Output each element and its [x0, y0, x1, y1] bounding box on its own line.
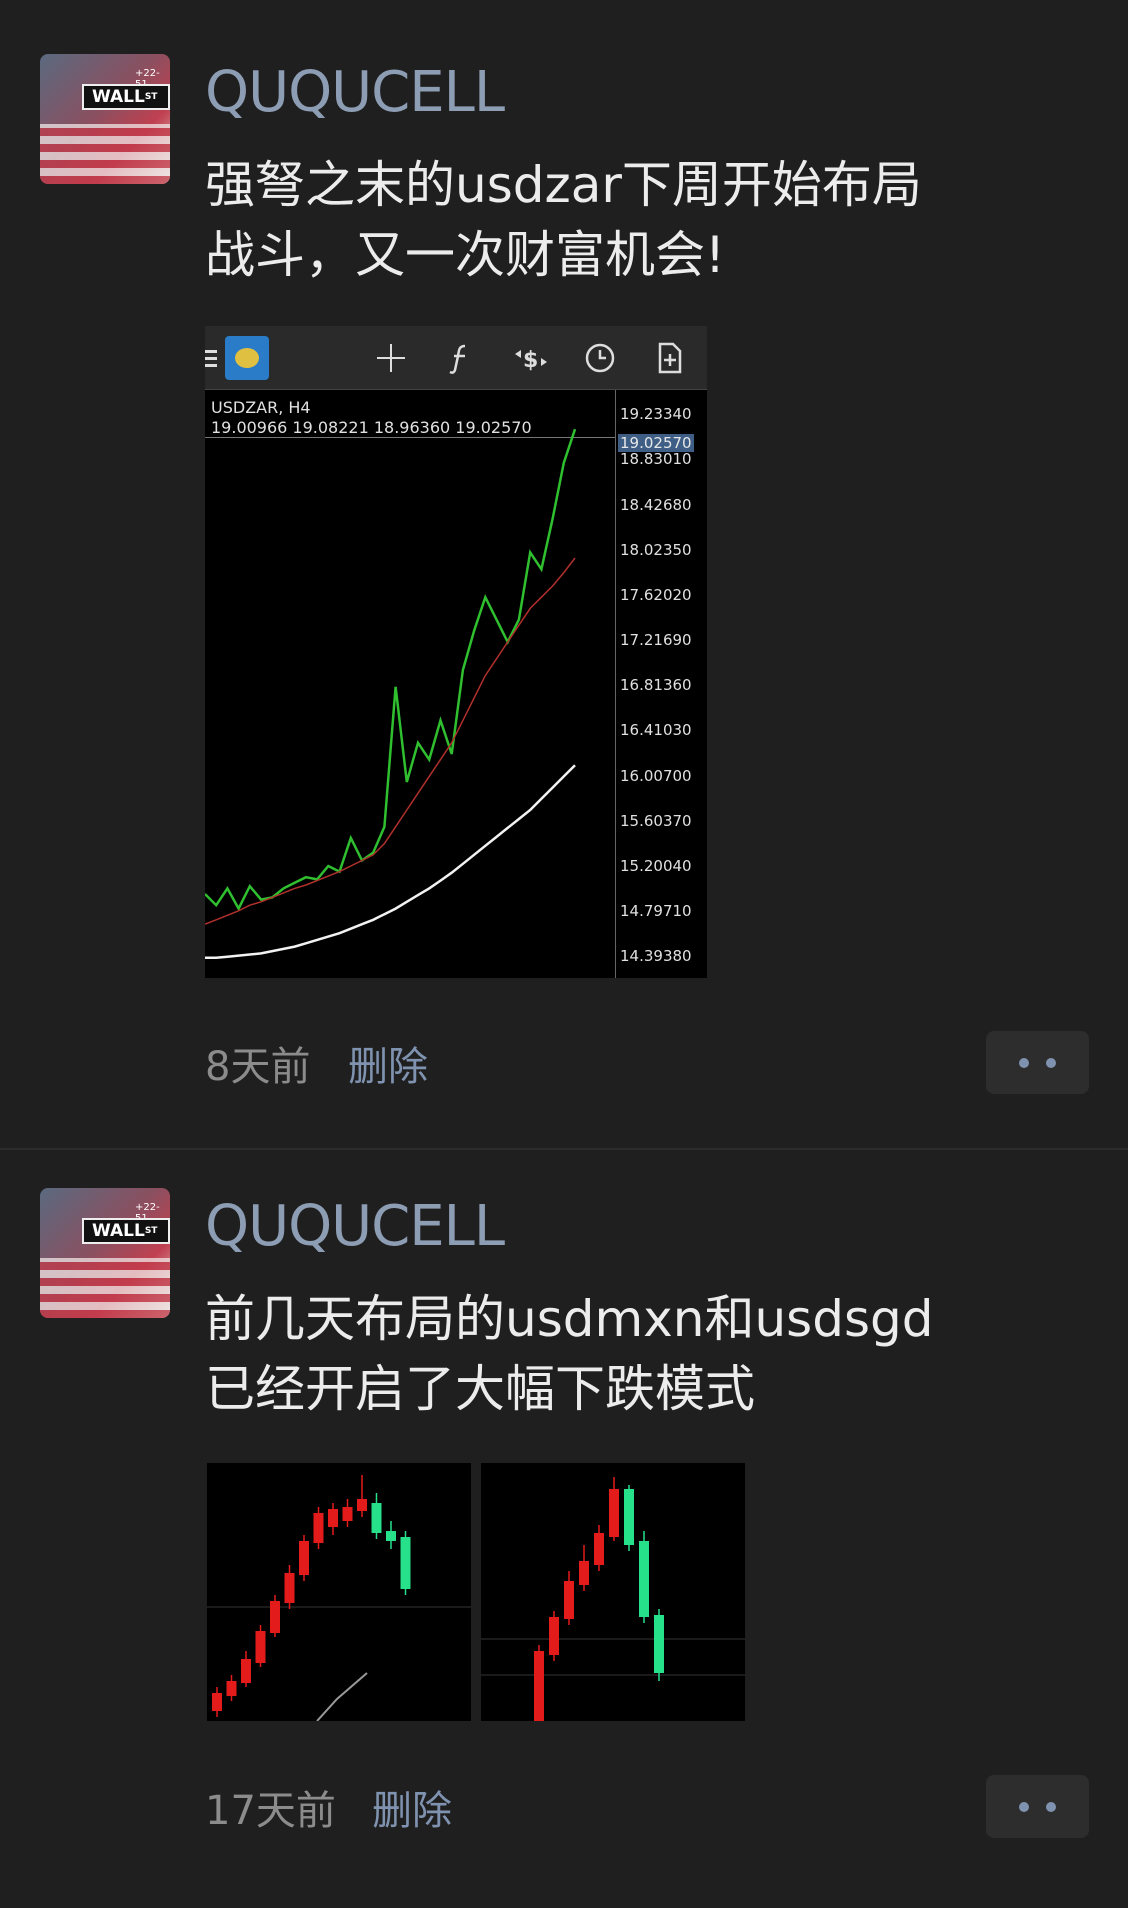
post-text: 强弩之末的usdzar下周开始布局 战斗，又一次财富机会! [205, 150, 1085, 290]
post-image-chart[interactable]: $ USDZAR, H4 19.00966 19.08221 18.96360 … [205, 326, 707, 978]
candle-body [226, 1681, 237, 1696]
avatar-wallst-sign: WALLST [82, 1218, 170, 1244]
y-tick-label: 14.79710 [620, 902, 692, 921]
more-dot-icon [1019, 1802, 1029, 1812]
chart-info: USDZAR, H4 19.00966 19.08221 18.96360 19… [211, 398, 532, 438]
candle-body [654, 1615, 664, 1673]
candle-body [564, 1581, 574, 1619]
metatrader-logo-icon [225, 336, 269, 380]
candle-body [241, 1659, 251, 1683]
y-tick-label: 16.00700 [620, 766, 692, 785]
more-dot-icon [1046, 1058, 1056, 1068]
post-text-line: 战斗，又一次财富机会! [205, 226, 726, 284]
price-chart-plot [205, 428, 615, 960]
svg-text:$: $ [523, 348, 538, 373]
avatar-flag-decor [40, 124, 170, 184]
avatar-sign-text: WALL [92, 87, 145, 107]
clock-icon [582, 340, 618, 376]
avatar[interactable]: +22-51 WALLST [40, 1188, 170, 1318]
y-tick-label: 19.23340 [620, 405, 692, 424]
moment-post: +22-51 WALLST QUQUCELL 强弩之末的usdzar下周开始布局… [0, 0, 1128, 1148]
post-text-line: 前几天布局的usdmxn和usdsgd [205, 1290, 934, 1348]
post-image-usdsgd[interactable] [481, 1463, 745, 1721]
candle-body [357, 1499, 367, 1511]
candle-body [255, 1631, 266, 1663]
more-dot-icon [1046, 1802, 1056, 1812]
chart-ohlc: 19.00966 19.08221 18.96360 19.02570 [211, 418, 532, 437]
post-username[interactable]: QUQUCELL [205, 1194, 505, 1259]
y-tick-label: 17.21690 [620, 631, 692, 650]
avatar-sign-text: WALL [92, 1221, 145, 1241]
delete-link[interactable]: 删除 [348, 1034, 428, 1092]
candle-body [579, 1561, 589, 1585]
thumb-ma-line [316, 1672, 368, 1721]
crosshair-icon [373, 340, 409, 376]
y-tick-label: 16.41030 [620, 721, 692, 740]
candle-body [386, 1531, 396, 1541]
y-tick-label: 15.60370 [620, 811, 692, 830]
candle-body [534, 1651, 544, 1721]
post-image-usdmxn[interactable] [207, 1463, 471, 1721]
candle-body [342, 1507, 353, 1521]
post-username[interactable]: QUQUCELL [205, 60, 505, 125]
candle-body [284, 1573, 295, 1603]
avatar-wallst-sign: WALLST [82, 84, 170, 110]
mt-toolbar: $ [205, 326, 707, 390]
y-tick-label: 18.83010 [620, 450, 692, 469]
delete-link[interactable]: 删除 [372, 1778, 452, 1836]
indicators-icon [443, 340, 479, 376]
avatar-sign-sup: ST [144, 92, 158, 102]
candle-body [371, 1503, 382, 1533]
candle-body [212, 1693, 222, 1711]
candle-body [624, 1489, 634, 1545]
current-price-label: 19.02570 [618, 434, 694, 452]
candle-body [639, 1541, 649, 1617]
y-tick-label: 14.39380 [620, 947, 692, 966]
y-tick-label: 18.02350 [620, 540, 692, 559]
candle-body [400, 1537, 411, 1589]
chart-series-line-0 [205, 428, 577, 912]
chart-title: USDZAR, H4 [211, 398, 311, 417]
y-tick-label: 16.81360 [620, 676, 692, 695]
candle-body [299, 1541, 309, 1575]
trade-icon: $ [511, 340, 551, 376]
avatar[interactable]: +22-51 WALLST [40, 54, 170, 184]
post-time: 17天前 [205, 1788, 336, 1834]
candle-body [313, 1513, 324, 1543]
candle-body [549, 1617, 559, 1655]
candle-body [328, 1509, 338, 1527]
more-actions-button[interactable] [986, 1775, 1089, 1838]
avatar-flag-decor [40, 1258, 170, 1318]
more-dot-icon [1019, 1058, 1029, 1068]
price-scale: 19.02570 19.23340 18.83010 18.42680 18.0235… [615, 390, 707, 978]
post-text-line: 强弩之末的usdzar下周开始布局 [205, 156, 922, 214]
more-actions-button[interactable] [986, 1031, 1089, 1094]
post-text-line: 已经开启了大幅下跌模式 [205, 1360, 755, 1418]
candle-body [594, 1533, 604, 1565]
y-tick-label: 18.42680 [620, 495, 692, 514]
new-order-icon [651, 340, 687, 376]
avatar-sign-sup: ST [144, 1226, 158, 1236]
chart-series-line-2 [205, 764, 576, 960]
post-time: 8天前 [205, 1044, 311, 1090]
y-tick-label: 17.62020 [620, 585, 692, 604]
post-text: 前几天布局的usdmxn和usdsgd 已经开启了大幅下跌模式 [205, 1284, 1085, 1424]
candle-body [609, 1489, 619, 1537]
menu-icon [205, 340, 221, 376]
y-tick-label: 15.20040 [620, 856, 692, 875]
candle-body [270, 1601, 280, 1633]
